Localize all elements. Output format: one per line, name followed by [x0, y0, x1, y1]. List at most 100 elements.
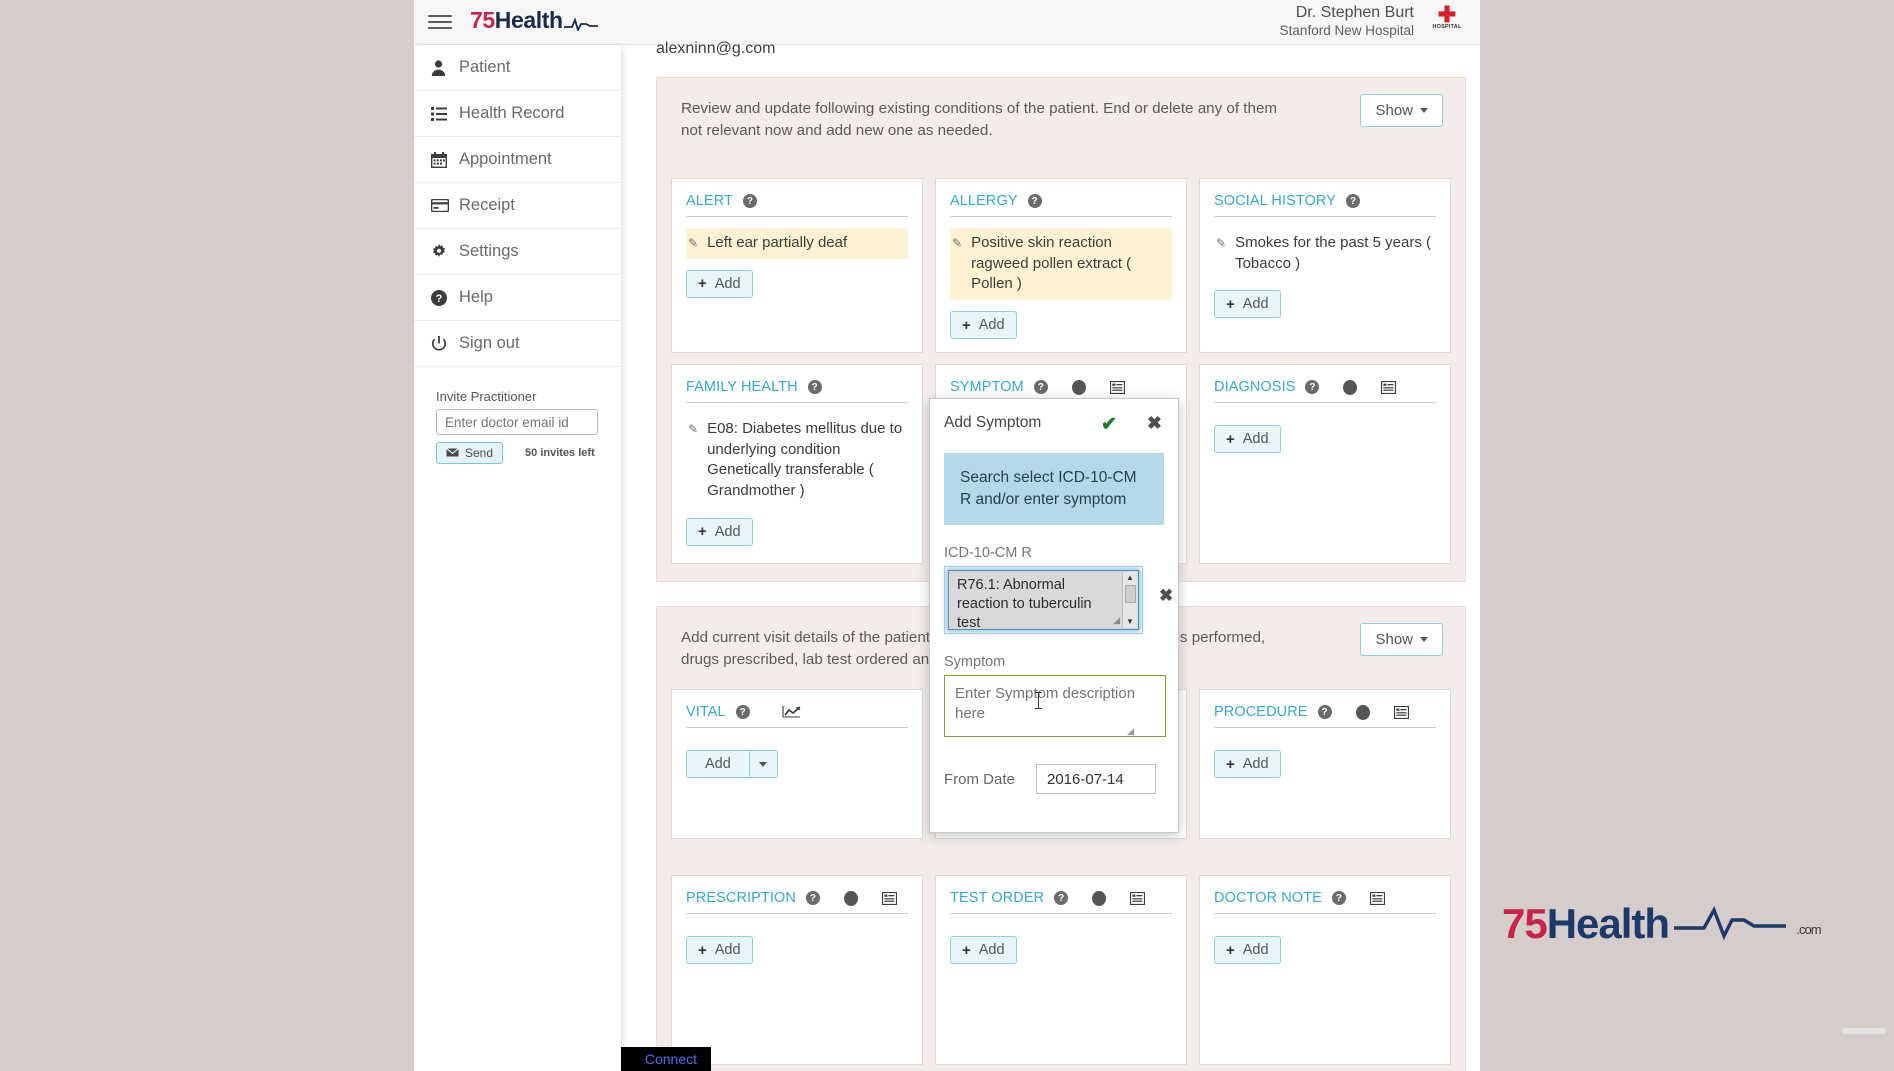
user-organization: Stanford New Hospital [1280, 23, 1414, 40]
history-dot-icon[interactable] [1343, 380, 1357, 395]
history-dot-icon[interactable] [1092, 891, 1106, 906]
watermark-75: 75 [1502, 900, 1547, 947]
sidebar-item-label: Health Record [459, 104, 564, 123]
invite-actions-row: Send 50 invites left [436, 442, 621, 464]
add-family-health-button[interactable]: + Add [686, 518, 753, 546]
invite-practitioner-section: Invite Practitioner Send 50 invites left [414, 367, 621, 464]
trend-chart-icon[interactable] [782, 705, 802, 719]
question-circle-icon[interactable]: ? [1346, 194, 1360, 208]
close-icon[interactable]: ✖ [1147, 413, 1162, 434]
add-doctor-note-button[interactable]: + Add [1214, 936, 1281, 964]
plus-icon: + [1226, 431, 1235, 448]
watermark-logo: 75Health .com [1502, 900, 1821, 948]
question-circle-icon[interactable]: ? [743, 194, 757, 208]
card-icon [431, 199, 459, 212]
sidebar-item-patient[interactable]: Patient [414, 45, 621, 91]
ekg-icon [564, 10, 598, 37]
edit-icon[interactable]: ✎ [952, 235, 962, 295]
icd-field-label: ICD-10-CM R [944, 545, 1164, 561]
list-item-text: Left ear partially deaf [707, 233, 847, 254]
list-view-icon[interactable] [1370, 892, 1385, 905]
card-alert-header: ALERT ? [686, 193, 908, 217]
resize-grip-icon[interactable]: ◢ [1127, 726, 1134, 737]
sidebar-item-receipt[interactable]: Receipt [414, 183, 621, 229]
question-circle-icon[interactable]: ? [736, 705, 750, 719]
scrollbar-thumb[interactable] [1125, 585, 1136, 603]
envelope-icon [446, 446, 459, 460]
send-invite-button[interactable]: Send [436, 442, 503, 464]
add-prescription-button[interactable]: + Add [686, 936, 753, 964]
check-icon[interactable]: ✔ [1101, 413, 1117, 436]
add-procedure-button[interactable]: + Add [1214, 750, 1281, 778]
add-button-label: Add [715, 942, 741, 958]
calendar-icon [431, 152, 459, 168]
svg-text:?: ? [436, 293, 443, 305]
invite-email-input[interactable] [436, 409, 598, 435]
list-view-icon[interactable] [882, 892, 897, 905]
card-doctor-note: DOCTOR NOTE ? + Add [1199, 875, 1451, 1065]
question-circle-icon[interactable]: ? [806, 891, 820, 905]
sidebar-item-label: Settings [459, 242, 519, 261]
history-dot-icon[interactable] [1072, 380, 1086, 395]
history-dot-icon[interactable] [844, 891, 858, 906]
user-info[interactable]: Dr. Stephen Burt Stanford New Hospital [1280, 3, 1414, 40]
red-cross-icon: ✚ [1430, 6, 1464, 24]
add-allergy-button[interactable]: + Add [950, 311, 1017, 339]
page-scrollbar[interactable] [1842, 1028, 1886, 1034]
list-view-icon[interactable] [1381, 381, 1396, 394]
sidebar-item-help[interactable]: ? Help [414, 275, 621, 321]
existing-panel-header: Review and update following existing con… [657, 78, 1465, 141]
resize-grip-icon[interactable]: ◢ [1113, 615, 1120, 627]
question-circle-icon[interactable]: ? [1305, 380, 1319, 394]
add-vital-button[interactable]: Add [686, 750, 750, 778]
add-alert-button[interactable]: + Add [686, 270, 753, 298]
sidebar-item-health-record[interactable]: Health Record [414, 91, 621, 137]
icd-input[interactable]: R76.1: Abnormal reaction to tuberculin t… [948, 570, 1139, 630]
list-view-icon[interactable] [1110, 381, 1125, 394]
question-circle-icon[interactable]: ? [1028, 194, 1042, 208]
hamburger-icon[interactable] [428, 11, 452, 33]
add-vital-dropdown-toggle[interactable] [750, 750, 778, 778]
from-date-input[interactable] [1036, 764, 1156, 794]
card-alert: ALERT ? ✎ Left ear partially deaf + Add [671, 178, 923, 353]
card-title: VITAL [686, 704, 726, 720]
popup-header: Add Symptom ✔ ✖ [944, 413, 1164, 436]
question-circle-icon[interactable]: ? [1332, 891, 1346, 905]
history-dot-icon[interactable] [1356, 705, 1370, 720]
edit-icon[interactable]: ✎ [688, 421, 698, 502]
question-circle-icon: ? [431, 290, 459, 306]
existing-show-button[interactable]: Show [1360, 94, 1443, 127]
sidebar-item-sign-out[interactable]: Sign out [414, 321, 621, 367]
add-social-history-button[interactable]: + Add [1214, 290, 1281, 318]
visit-show-button[interactable]: Show [1360, 623, 1443, 656]
list-view-icon[interactable] [1394, 706, 1409, 719]
icd-scrollbar[interactable]: ▲ ▼ [1122, 572, 1137, 628]
list-item[interactable]: ✎ Left ear partially deaf [686, 228, 908, 259]
clear-icon[interactable]: ✖ [1159, 586, 1173, 606]
list-item[interactable]: ✎ Positive skin reaction ragweed pollen … [950, 228, 1172, 300]
scroll-up-icon[interactable]: ▲ [1126, 572, 1134, 584]
card-title: DIAGNOSIS [1214, 379, 1295, 395]
question-circle-icon[interactable]: ? [1318, 705, 1332, 719]
plus-icon: + [1226, 756, 1235, 773]
edit-icon[interactable]: ✎ [1216, 235, 1226, 274]
add-test-order-button[interactable]: + Add [950, 936, 1017, 964]
list-item[interactable]: ✎ E08: Diabetes mellitus due to underlyi… [686, 414, 908, 507]
plus-icon: + [698, 942, 707, 959]
brand-logo[interactable]: 75Health [470, 7, 598, 37]
chat-connect-link[interactable]: Connect [645, 1051, 697, 1067]
scroll-down-icon[interactable]: ▼ [1126, 616, 1134, 628]
question-circle-icon[interactable]: ? [1054, 891, 1068, 905]
sidebar-item-appointment[interactable]: Appointment [414, 137, 621, 183]
add-button-label: Add [715, 524, 741, 540]
edit-icon[interactable]: ✎ [688, 235, 698, 254]
plus-icon: + [962, 942, 971, 959]
list-item[interactable]: ✎ Smokes for the past 5 years ( Tobacco … [1214, 228, 1436, 279]
sidebar-item-settings[interactable]: Settings [414, 229, 621, 275]
question-circle-icon[interactable]: ? [808, 380, 822, 394]
list-view-icon[interactable] [1130, 892, 1145, 905]
add-diagnosis-button[interactable]: + Add [1214, 425, 1281, 453]
card-title: SYMPTOM [950, 379, 1024, 395]
question-circle-icon[interactable]: ? [1034, 380, 1048, 394]
card-title: SOCIAL HISTORY [1214, 193, 1336, 209]
